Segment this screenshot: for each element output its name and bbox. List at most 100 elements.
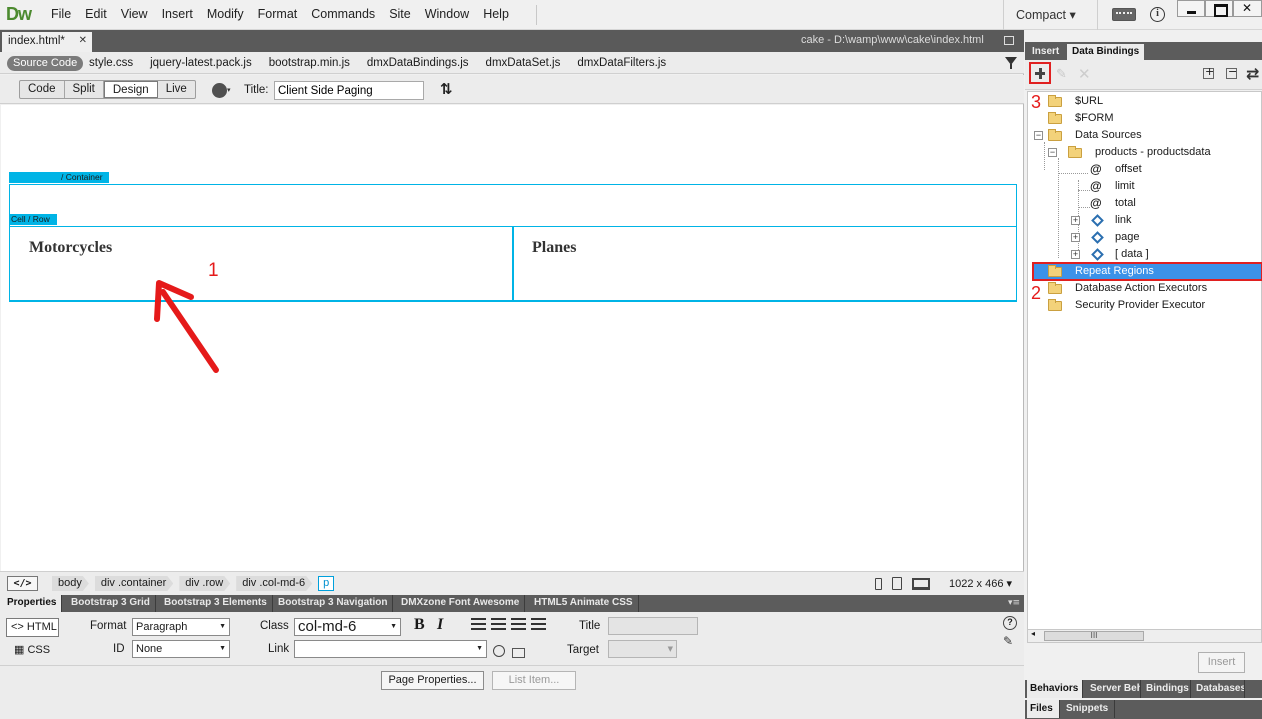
container-label-tab[interactable]: / Container <box>9 172 109 183</box>
quick-tag-editor-icon[interactable]: ✎ <box>1003 634 1013 648</box>
menu-site[interactable]: Site <box>389 7 411 21</box>
tree-node-total[interactable]: @ total <box>1090 195 1136 212</box>
maximize-button[interactable] <box>1205 0 1233 17</box>
code-view-button[interactable]: Code <box>20 81 65 98</box>
html-mode-button[interactable]: <> HTML <box>6 618 59 637</box>
restore-document-icon[interactable] <box>1004 36 1014 45</box>
tree-node-security-provider[interactable]: Security Provider Executor <box>1048 297 1205 314</box>
tab-bootstrap-grid[interactable]: Bootstrap 3 Grid <box>66 595 156 612</box>
desktop-size-icon[interactable] <box>912 578 930 590</box>
tab-snippets[interactable]: Snippets <box>1063 700 1115 718</box>
tab-animate-css[interactable]: HTML5 Animate CSS <box>529 595 639 612</box>
close-tab-icon[interactable]: ✕ <box>79 35 87 46</box>
close-window-button[interactable] <box>1233 0 1262 17</box>
sync-settings-icon[interactable] <box>1112 8 1136 21</box>
related-file-dmxdatafilters[interactable]: dmxDataFilters.js <box>577 57 666 69</box>
tab-behaviors[interactable]: Behaviors <box>1027 680 1083 698</box>
panel-menu-icon[interactable]: ▾≡ <box>1008 598 1020 608</box>
tree-node-url[interactable]: $URL <box>1048 93 1103 110</box>
format-select[interactable]: Paragraph <box>132 618 230 636</box>
expand-toggle-icon[interactable]: + <box>1071 216 1080 225</box>
menu-commands[interactable]: Commands <box>311 7 375 21</box>
title-field[interactable] <box>608 617 698 635</box>
related-file-jquery[interactable]: jquery-latest.pack.js <box>150 57 252 69</box>
expand-toggle-icon[interactable]: + <box>1071 233 1080 242</box>
italic-button[interactable]: I <box>437 616 443 634</box>
expand-toggle-icon[interactable]: + <box>1071 250 1080 259</box>
crumb-div-row[interactable]: div .row <box>179 576 230 591</box>
related-file-dmxdataset[interactable]: dmxDataSet.js <box>486 57 561 69</box>
document-tab-index[interactable]: index.html* ✕ <box>2 32 92 52</box>
bold-button[interactable]: B <box>414 616 425 634</box>
tree-node-data-sources[interactable]: − Data Sources <box>1034 127 1142 144</box>
row-label-tab[interactable]: Cell / Row <box>9 214 57 225</box>
tab-databases[interactable]: Databases <box>1193 680 1245 698</box>
related-file-bootstrap[interactable]: bootstrap.min.js <box>269 57 350 69</box>
collapse-toggle-icon[interactable]: − <box>1048 148 1057 157</box>
mobile-size-icon[interactable] <box>875 578 882 590</box>
crumb-div-container[interactable]: div .container <box>95 576 173 591</box>
heading-motorcycles[interactable]: Motorcycles <box>29 239 112 257</box>
window-size-dropdown[interactable]: 1022 x 466 ▾ <box>949 577 1012 590</box>
crumb-p-current[interactable]: p <box>318 576 335 591</box>
browse-folder-icon[interactable] <box>512 648 525 658</box>
tree-node-page[interactable]: + page <box>1071 229 1139 246</box>
tab-data-bindings[interactable]: Data Bindings <box>1067 44 1145 60</box>
minimize-button[interactable] <box>1177 0 1205 17</box>
indent-icon[interactable] <box>531 618 546 630</box>
design-view-button[interactable]: Design <box>103 81 158 98</box>
unordered-list-icon[interactable] <box>471 618 486 630</box>
class-select[interactable]: col-md-6 <box>294 618 401 636</box>
tab-insert[interactable]: Insert <box>1027 44 1064 60</box>
menu-format[interactable]: Format <box>258 7 298 21</box>
menu-file[interactable]: File <box>51 7 71 21</box>
related-file-dmxdatabindings[interactable]: dmxDataBindings.js <box>367 57 469 69</box>
ordered-list-icon[interactable] <box>491 618 506 630</box>
tree-node-db-action-executors[interactable]: Database Action Executors <box>1048 280 1207 297</box>
list-item-button[interactable]: List Item... <box>492 671 576 690</box>
preview-browser-icon[interactable] <box>212 83 231 98</box>
scrollbar-thumb[interactable]: III <box>1044 631 1144 641</box>
tree-node-link[interactable]: + link <box>1071 212 1132 229</box>
filter-icon[interactable] <box>1005 57 1017 69</box>
help-icon[interactable]: ? <box>1003 616 1017 630</box>
file-transfer-icon[interactable]: ⇅ <box>440 80 453 98</box>
tab-bootstrap-navigation[interactable]: Bootstrap 3 Navigation <box>273 595 394 612</box>
tab-server-behaviors[interactable]: Server Beh <box>1087 680 1141 698</box>
scroll-left-icon[interactable]: ◂ <box>1031 629 1035 638</box>
tablet-size-icon[interactable] <box>892 577 902 590</box>
crumb-body[interactable]: body <box>52 576 89 591</box>
css-mode-button[interactable]: ▦ CSS <box>14 643 50 656</box>
expand-all-icon[interactable] <box>1203 65 1214 79</box>
tree-node-offset[interactable]: @ offset <box>1090 161 1142 178</box>
heading-planes[interactable]: Planes <box>532 239 576 257</box>
add-binding-plus-icon[interactable] <box>1029 62 1051 84</box>
collapse-toggle-icon[interactable]: − <box>1034 131 1043 140</box>
tab-font-awesome[interactable]: DMXzone Font Awesome <box>396 595 526 612</box>
outdent-icon[interactable] <box>511 618 526 630</box>
live-view-button[interactable]: Live <box>158 81 195 98</box>
tab-files[interactable]: Files <box>1027 700 1060 718</box>
menu-edit[interactable]: Edit <box>85 7 107 21</box>
target-select[interactable] <box>608 640 677 658</box>
split-view-button[interactable]: Split <box>65 81 104 98</box>
menu-window[interactable]: Window <box>425 7 469 21</box>
insert-binding-button[interactable]: Insert <box>1198 652 1245 673</box>
menu-help[interactable]: Help <box>483 7 509 21</box>
menu-insert[interactable]: Insert <box>162 7 193 21</box>
tree-node-limit[interactable]: @ limit <box>1090 178 1135 195</box>
refresh-icon[interactable]: ⇄ <box>1246 64 1259 83</box>
tab-bindings[interactable]: Bindings <box>1143 680 1191 698</box>
code-tag-icon[interactable]: </> <box>7 576 38 591</box>
menu-modify[interactable]: Modify <box>207 7 244 21</box>
tree-node-products[interactable]: − products - productsdata <box>1048 144 1211 161</box>
menu-view[interactable]: View <box>121 7 148 21</box>
design-view-canvas[interactable]: / Container Cell / Row Motorcycles Plane… <box>1 105 1023 571</box>
delete-x-icon[interactable]: ✕ <box>1078 65 1091 83</box>
related-file-style-css[interactable]: style.css <box>89 57 133 69</box>
source-code-button[interactable]: Source Code <box>7 56 84 71</box>
crumb-div-col[interactable]: div .col-md-6 <box>236 576 312 591</box>
page-title-input[interactable] <box>274 81 424 100</box>
tab-properties[interactable]: Properties <box>2 595 63 612</box>
tree-node-repeat-regions[interactable]: Repeat Regions <box>1048 263 1154 280</box>
